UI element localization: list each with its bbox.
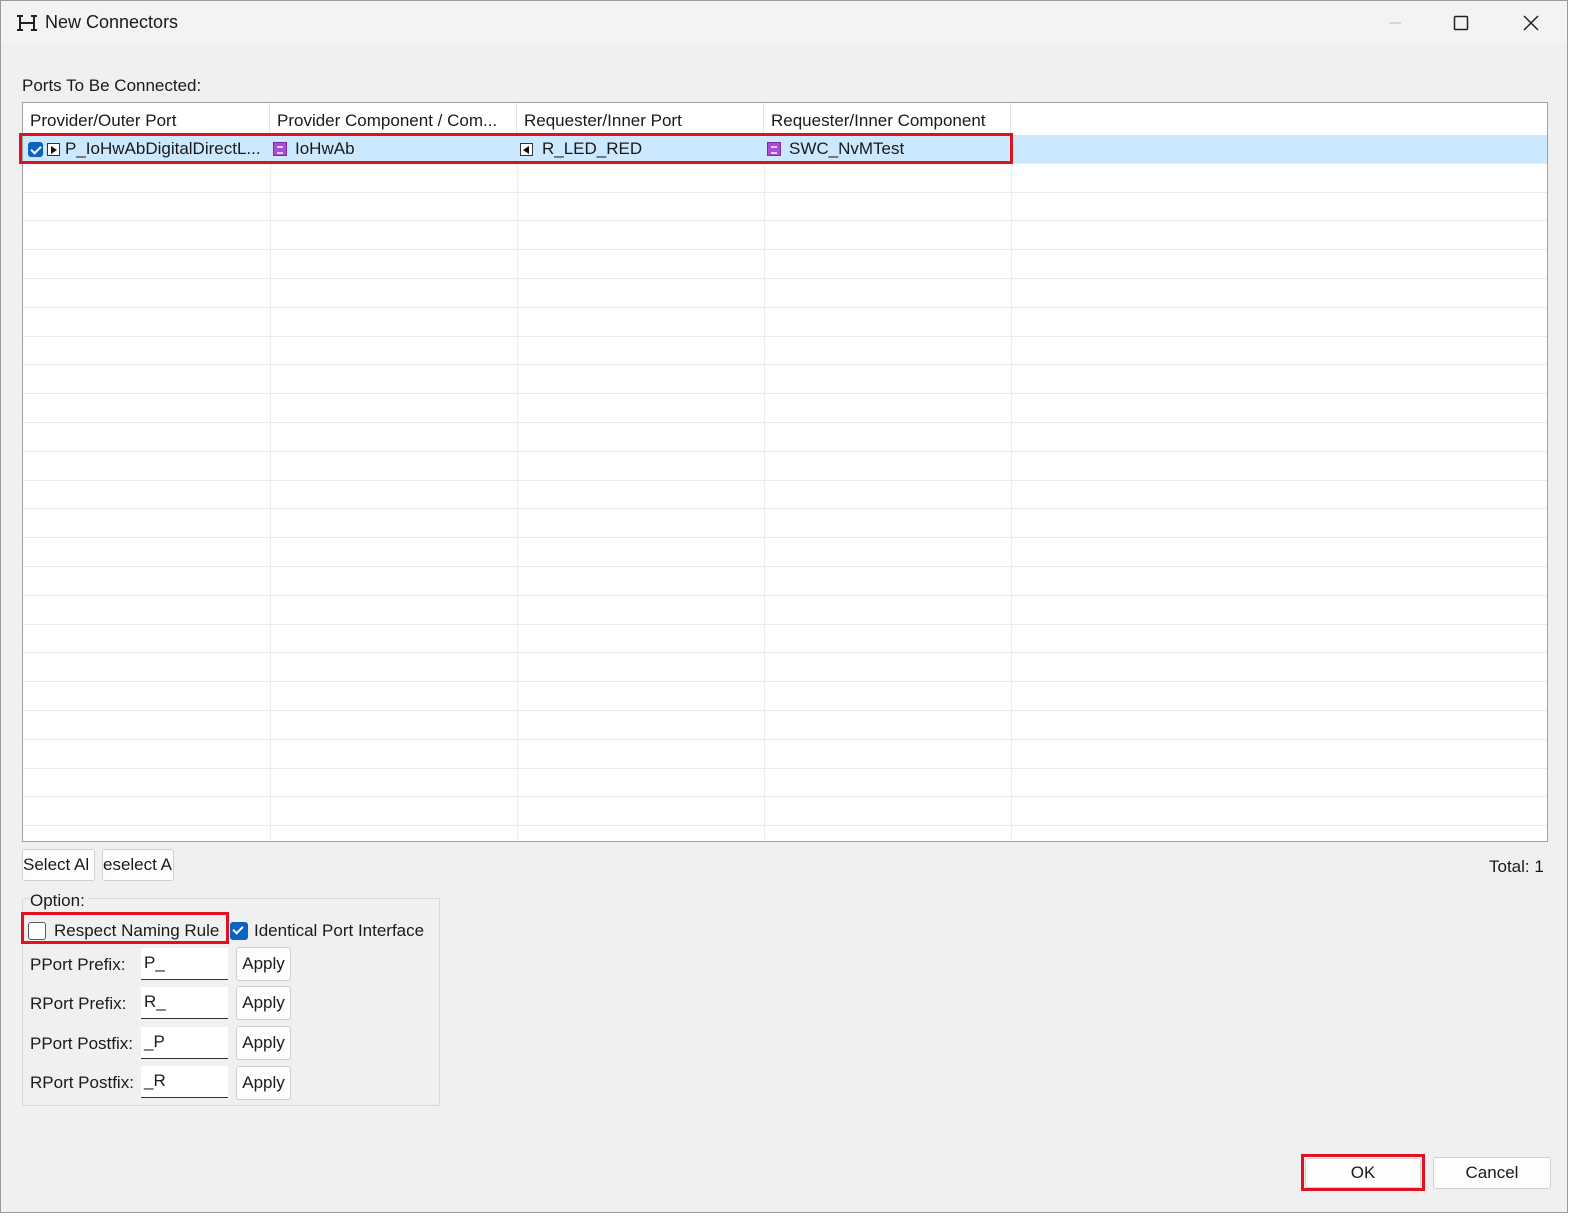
options-legend: Option: <box>30 891 88 911</box>
rport-postfix-label: RPort Postfix: <box>30 1073 134 1092</box>
ports-section-label: Ports To Be Connected: <box>22 76 202 95</box>
empty-row <box>23 567 1547 596</box>
title-bar: New Connectors <box>1 1 1567 45</box>
pport-prefix-apply-button[interactable]: Apply <box>236 947 291 981</box>
cancel-button[interactable]: Cancel <box>1433 1157 1551 1189</box>
rport-prefix-label: RPort Prefix: <box>30 994 127 1013</box>
rport-postfix-input[interactable]: _R <box>141 1066 228 1098</box>
column-header-requester-port[interactable]: Requester/Inner Port <box>517 103 764 135</box>
column-header-provider-port[interactable]: Provider/Outer Port <box>23 103 270 135</box>
empty-row <box>23 711 1547 740</box>
highlight-respect-naming-rule <box>21 912 229 944</box>
empty-row <box>23 193 1547 222</box>
empty-row <box>23 797 1547 827</box>
empty-row <box>23 164 1547 193</box>
close-icon <box>1523 15 1539 31</box>
minimize-button[interactable] <box>1363 1 1427 45</box>
empty-row <box>23 452 1547 481</box>
rport-prefix-input[interactable]: R_ <box>141 987 228 1019</box>
empty-row <box>23 538 1547 567</box>
pport-postfix-apply-button[interactable]: Apply <box>236 1026 291 1060</box>
empty-row <box>23 596 1547 625</box>
highlight-ok-button <box>1301 1154 1425 1191</box>
identical-port-interface-checkbox[interactable] <box>230 922 248 940</box>
empty-row <box>23 509 1547 539</box>
empty-row <box>23 682 1547 711</box>
empty-row <box>23 826 1547 841</box>
empty-row <box>23 308 1547 337</box>
empty-row <box>23 625 1547 654</box>
highlight-selected-row <box>19 133 1013 164</box>
empty-row <box>23 769 1547 798</box>
empty-row <box>23 337 1547 366</box>
window-title: New Connectors <box>45 12 179 32</box>
empty-row <box>23 365 1547 395</box>
rport-postfix-apply-button[interactable]: Apply <box>236 1066 291 1100</box>
column-header-requester-component[interactable]: Requester/Inner Component <box>764 103 1011 135</box>
empty-row <box>23 250 1547 279</box>
empty-row <box>23 423 1547 452</box>
empty-row <box>23 653 1547 683</box>
new-connectors-dialog: New Connectors Ports To Be Connected: Pr… <box>0 0 1568 1213</box>
pport-postfix-label: PPort Postfix: <box>30 1034 133 1053</box>
empty-row <box>23 481 1547 510</box>
identical-port-interface-option[interactable]: Identical Port Interface <box>230 918 433 944</box>
pport-prefix-label: PPort Prefix: <box>30 955 126 974</box>
table-header: Provider/Outer Port Provider Component /… <box>23 103 1013 135</box>
empty-row <box>23 221 1547 251</box>
deselect-all-button[interactable]: eselect A <box>102 849 174 881</box>
empty-row <box>23 394 1547 423</box>
maximize-icon <box>1453 15 1469 31</box>
connector-icon <box>17 15 37 31</box>
empty-row <box>23 279 1547 308</box>
identical-port-interface-label: Identical Port Interface <box>254 921 425 940</box>
maximize-button[interactable] <box>1429 1 1493 45</box>
select-all-button[interactable]: Select Al <box>22 849 95 881</box>
rport-prefix-apply-button[interactable]: Apply <box>236 986 291 1020</box>
table-body: P_IoHwAbDigitalDirectL... IoHwAb R_LED_R… <box>23 135 1547 841</box>
total-count: Total: 1 <box>1489 857 1544 876</box>
empty-row <box>23 740 1547 769</box>
pport-prefix-input[interactable]: P_ <box>141 948 228 980</box>
pport-postfix-input[interactable]: _P <box>141 1027 228 1059</box>
ports-table[interactable]: Provider/Outer Port Provider Component /… <box>22 102 1548 842</box>
column-header-provider-component[interactable]: Provider Component / Com... <box>270 103 517 135</box>
minimize-icon <box>1389 22 1401 24</box>
close-button[interactable] <box>1499 1 1563 45</box>
